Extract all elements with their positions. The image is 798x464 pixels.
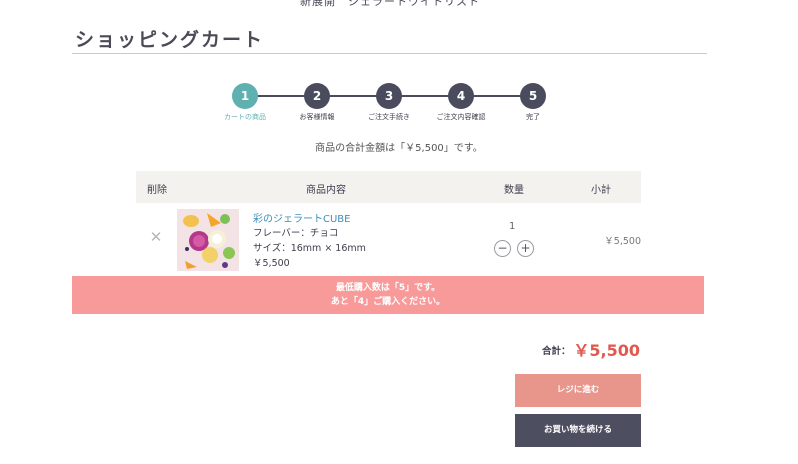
total-notice: 商品の合計金額は「￥5,500」です。 (315, 143, 483, 154)
quantity-decrease-button[interactable]: − (494, 240, 511, 257)
cart-table-header: 削除 商品内容 数量 小計 (136, 171, 641, 203)
product-image (177, 209, 239, 271)
quantity-increase-button[interactable]: + (517, 240, 534, 257)
step-5-circle: 5 (520, 83, 546, 109)
product-name-link[interactable]: 彩のジェラートCUBE (253, 210, 350, 225)
alert-line-2: あと「4」ご購入ください。 (330, 297, 446, 307)
step-2-circle: 2 (304, 83, 330, 109)
product-price: ￥5,500 (253, 258, 290, 269)
total-label: 合計： (542, 346, 571, 357)
step-1-circle: 1 (232, 83, 258, 109)
checkout-button[interactable]: レジに進む (515, 374, 641, 407)
header-product: 商品内容 (306, 185, 346, 196)
minimum-quantity-alert: 最低購入数は「5」です。 あと「4」ご購入ください。 (72, 276, 704, 314)
product-flavor: フレーバー：チョコ (253, 228, 339, 239)
product-size: サイズ：16mm × 16mm (253, 243, 366, 254)
header-quantity: 数量 (504, 185, 524, 196)
step-3-circle: 3 (376, 83, 402, 109)
gelato-image-icon (177, 209, 239, 271)
alert-line-1: 最低購入数は「5」です。 (335, 283, 441, 293)
total-value: ￥5,500 (573, 341, 640, 360)
row-subtotal: ￥5,500 (604, 236, 641, 247)
delete-item-button[interactable]: ✕ (148, 229, 164, 245)
checkout-stepper: 1 2 3 4 5 カートの商品 お客様情報 ご注文手続き ご注文内容確認 完了 (0, 0, 798, 130)
cart-row: ✕ 彩のジェラートCUBE フレーバー：チョコ サイズ：16mm × 16mm … (136, 203, 641, 275)
header-delete: 削除 (147, 185, 167, 196)
quantity-value: 1 (509, 221, 516, 232)
continue-shopping-button[interactable]: お買い物を続ける (515, 414, 641, 447)
header-subtotal: 小計 (591, 185, 611, 196)
step-4-circle: 4 (448, 83, 474, 109)
step-5-label: 完了 (526, 113, 540, 121)
